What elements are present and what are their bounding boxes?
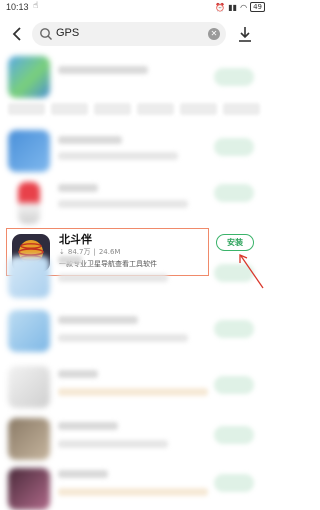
app-name: 北斗伴: [59, 233, 92, 246]
install-button[interactable]: [214, 264, 254, 282]
install-button[interactable]: [214, 68, 254, 86]
install-button[interactable]: [214, 474, 254, 492]
app-icon: [8, 56, 50, 98]
bird-icon: ☝: [33, 1, 39, 11]
back-arrow-icon[interactable]: [10, 25, 24, 43]
status-indicators: ⏰ ▮▮ ◠ 49: [215, 2, 265, 12]
search-input[interactable]: GPS ✕: [32, 22, 226, 46]
blurred-app-row[interactable]: [0, 306, 270, 356]
app-icon: [8, 366, 50, 408]
battery-icon: 49: [250, 2, 265, 12]
blurred-app-row[interactable]: [0, 466, 270, 510]
blurred-app-row[interactable]: [0, 180, 270, 226]
wifi-icon: ◠: [240, 2, 248, 12]
blurred-app-row[interactable]: [0, 126, 270, 176]
app-icon: [8, 256, 50, 298]
search-icon: [40, 28, 52, 40]
alarm-icon: ⏰: [215, 2, 226, 12]
status-bar: 10:13 ☝ ⏰ ▮▮ ◠ 49: [0, 0, 270, 14]
app-size: 24.6M: [98, 248, 121, 256]
blurred-app-row[interactable]: [0, 54, 270, 98]
install-button[interactable]: [214, 184, 254, 202]
signal-icon: ▮▮: [228, 2, 238, 12]
status-time: 10:13: [6, 2, 29, 12]
install-button[interactable]: [214, 376, 254, 394]
blurred-app-row[interactable]: [0, 416, 270, 462]
app-icon: [8, 468, 50, 510]
download-count-icon: ⇣: [59, 248, 65, 256]
app-icon: [8, 310, 50, 352]
app-icon: [8, 418, 50, 460]
blurred-tag-row: [8, 103, 260, 115]
blurred-app-row[interactable]: [0, 362, 270, 410]
blurred-app-row[interactable]: [0, 256, 270, 300]
app-icon: [18, 182, 40, 224]
app-icon: [8, 130, 50, 172]
install-button[interactable]: [214, 426, 254, 444]
clear-icon[interactable]: ✕: [208, 28, 220, 40]
install-button[interactable]: [214, 320, 254, 338]
search-value: GPS: [56, 27, 80, 39]
install-button[interactable]: [214, 138, 254, 156]
download-icon[interactable]: [236, 25, 254, 43]
search-header: GPS ✕: [0, 18, 270, 50]
meta-separator: |: [93, 248, 96, 256]
install-button[interactable]: 安装: [216, 234, 254, 251]
